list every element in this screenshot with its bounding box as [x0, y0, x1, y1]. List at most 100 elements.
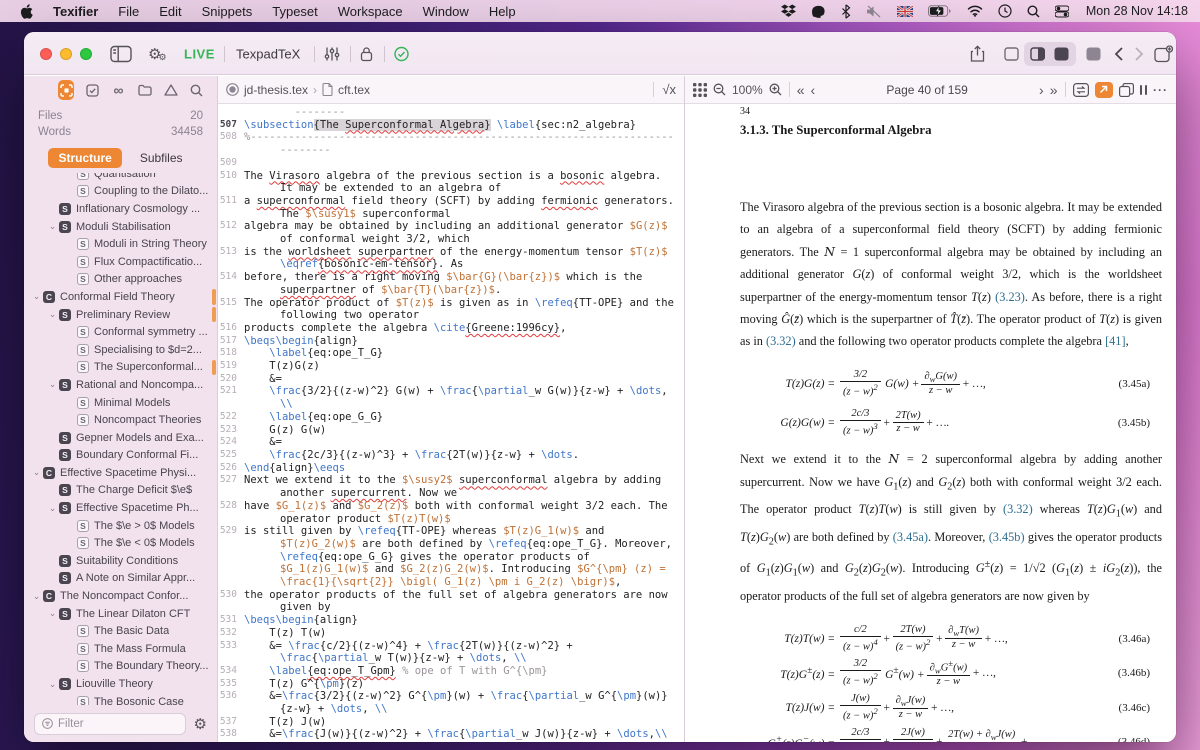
history-forward-icon[interactable]	[1134, 46, 1144, 62]
files-folder-icon[interactable]	[137, 80, 153, 100]
continuous-scroll-icon[interactable]	[1140, 85, 1148, 95]
history-back-icon[interactable]	[1114, 46, 1124, 62]
structure-item[interactable]: ⌄SThe Linear Dilaton CFT	[24, 605, 217, 623]
structure-item[interactable]: SThe Mass Formula	[24, 640, 217, 658]
structure-item[interactable]: SGepner Models and Exa...	[24, 429, 217, 447]
structure-item[interactable]: SMinimal Models	[24, 394, 217, 412]
more-options-icon[interactable]: ···	[1153, 83, 1168, 97]
structure-item[interactable]: ⌄CConformal Field Theory	[24, 288, 217, 306]
wifi-icon[interactable]	[967, 5, 983, 17]
thumbnails-grid-icon[interactable]	[693, 83, 707, 97]
structure-item[interactable]: SSpecialising to $d=2...	[24, 341, 217, 359]
next-page-button[interactable]: ›	[1039, 83, 1044, 97]
live-typeset-toggle[interactable]: LIVE	[184, 47, 215, 62]
pdf-page[interactable]: 34 3.1.3. The Superconformal Algebra The…	[685, 104, 1176, 742]
menu-item-edit[interactable]: Edit	[149, 4, 191, 19]
structure-item[interactable]: ⌄SRational and Noncompa...	[24, 376, 217, 394]
structure-item[interactable]: SCoupling to the Dilato...	[24, 183, 217, 201]
control-center-icon[interactable]	[1055, 5, 1069, 18]
structure-item[interactable]: SSuitability Conditions	[24, 552, 217, 570]
first-page-button[interactable]: «	[797, 83, 805, 97]
view-pdf-only-button[interactable]	[1054, 47, 1069, 61]
typeset-options-sliders-icon[interactable]	[324, 47, 340, 62]
typeset-engine-label[interactable]: TexpadTeX	[236, 47, 300, 62]
zoom-level-label[interactable]: 100%	[732, 83, 763, 97]
expander-chevron-icon[interactable]: ⌄	[30, 291, 43, 302]
bluetooth-icon[interactable]	[841, 4, 851, 19]
spotlight-icon[interactable]	[1027, 5, 1040, 18]
previous-page-button[interactable]: ‹	[811, 83, 816, 97]
expander-chevron-icon[interactable]: ⌄	[46, 379, 59, 390]
zoom-window-button[interactable]	[80, 48, 92, 60]
search-icon[interactable]	[189, 80, 205, 100]
structure-item[interactable]: SA Note on Similar Appr...	[24, 570, 217, 588]
breadcrumb-file[interactable]: cft.tex	[338, 83, 370, 97]
mastodon-icon[interactable]	[811, 4, 826, 19]
structure-view-icon[interactable]	[58, 80, 74, 100]
lock-icon[interactable]	[360, 47, 373, 62]
expander-chevron-icon[interactable]: ⌄	[30, 591, 43, 602]
page-indicator[interactable]: Page 40 of 159	[822, 83, 1032, 97]
menu-item-snippets[interactable]: Snippets	[192, 4, 263, 19]
structure-item[interactable]: SFlux Compactificatio...	[24, 253, 217, 271]
menu-clock[interactable]: Mon 28 Nov 14:18	[1086, 4, 1188, 18]
mute-icon[interactable]	[866, 5, 882, 18]
tab-structure[interactable]: Structure	[48, 148, 121, 168]
time-machine-icon[interactable]	[998, 4, 1012, 18]
view-editor-only-button[interactable]	[1004, 47, 1019, 61]
share-icon[interactable]	[970, 46, 985, 63]
menu-item-workspace[interactable]: Workspace	[328, 4, 413, 19]
sidebar-settings-gear-icon[interactable]: ⚙	[194, 715, 207, 733]
sync-source-icon[interactable]	[1073, 83, 1089, 97]
structure-item[interactable]: SOther approaches	[24, 271, 217, 289]
menu-item-file[interactable]: File	[108, 4, 149, 19]
battery-icon[interactable]	[928, 5, 952, 17]
last-page-button[interactable]: »	[1050, 83, 1058, 97]
structure-item[interactable]: SThe Superconformal...	[24, 359, 217, 377]
structure-item[interactable]: ⌄CEffective Spacetime Physi...	[24, 464, 217, 482]
structure-item[interactable]: ⌄CThe Noncompact Confor...	[24, 587, 217, 605]
tab-subfiles[interactable]: Subfiles	[130, 148, 193, 168]
dropbox-icon[interactable]	[781, 4, 796, 18]
structure-item[interactable]: SThe Boundary Theory...	[24, 658, 217, 676]
structure-item[interactable]: SThe $\e < 0$ Models	[24, 534, 217, 552]
minimize-window-button[interactable]	[60, 48, 72, 60]
expander-chevron-icon[interactable]: ⌄	[30, 467, 43, 478]
structure-item[interactable]: SBoundary Conformal Fi...	[24, 447, 217, 465]
zoom-in-icon[interactable]	[769, 83, 782, 96]
new-window-icon[interactable]	[1154, 46, 1173, 63]
structure-item[interactable]: SQuantisation	[24, 173, 217, 183]
structure-item[interactable]: SInflationary Cosmology ...	[24, 200, 217, 218]
view-split-button[interactable]	[1030, 47, 1045, 61]
structure-item[interactable]: SNoncompact Theories	[24, 411, 217, 429]
expander-chevron-icon[interactable]: ⌄	[46, 608, 59, 619]
typeset-settings-gears-icon[interactable]: ⚙⚙	[148, 45, 167, 63]
infinity-icon[interactable]: ∞	[110, 80, 126, 100]
source-code-editor[interactable]: --------507\subsection{The Superconforma…	[218, 104, 684, 742]
structure-item[interactable]: SThe Basic Data	[24, 622, 217, 640]
filter-input[interactable]: Filter	[34, 713, 186, 735]
typeset-success-check-icon[interactable]	[394, 47, 409, 62]
close-window-button[interactable]	[40, 48, 52, 60]
structure-item[interactable]: SThe $\e > 0$ Models	[24, 517, 217, 535]
toggle-sidebar-icon[interactable]	[110, 46, 132, 63]
structure-item[interactable]: SModuli in String Theory	[24, 235, 217, 253]
menu-item-window[interactable]: Window	[413, 4, 479, 19]
view-fullscreen-button[interactable]	[1086, 47, 1101, 61]
keyboard-layout-flag-icon[interactable]	[897, 6, 913, 17]
structure-item[interactable]: ⌄SPreliminary Review	[24, 306, 217, 324]
structure-item[interactable]: SConformal symmetry ...	[24, 323, 217, 341]
math-preview-button[interactable]: √x	[662, 82, 676, 97]
apple-menu-icon[interactable]	[20, 4, 33, 19]
structure-item[interactable]: ⌄SEffective Spacetime Ph...	[24, 499, 217, 517]
expander-chevron-icon[interactable]: ⌄	[46, 679, 59, 690]
autoscroll-sync-button[interactable]	[1095, 82, 1113, 98]
expander-chevron-icon[interactable]: ⌄	[46, 309, 59, 320]
todo-checkbox-icon[interactable]	[84, 80, 100, 100]
expander-chevron-icon[interactable]: ⌄	[46, 221, 59, 232]
zoom-out-icon[interactable]	[713, 83, 726, 96]
breadcrumb-root[interactable]: jd-thesis.tex	[244, 83, 308, 97]
structure-item[interactable]: SThe Charge Deficit $\e$	[24, 482, 217, 500]
structure-item[interactable]: ⌄SModuli Stabilisation	[24, 218, 217, 236]
warnings-icon[interactable]	[163, 80, 179, 100]
